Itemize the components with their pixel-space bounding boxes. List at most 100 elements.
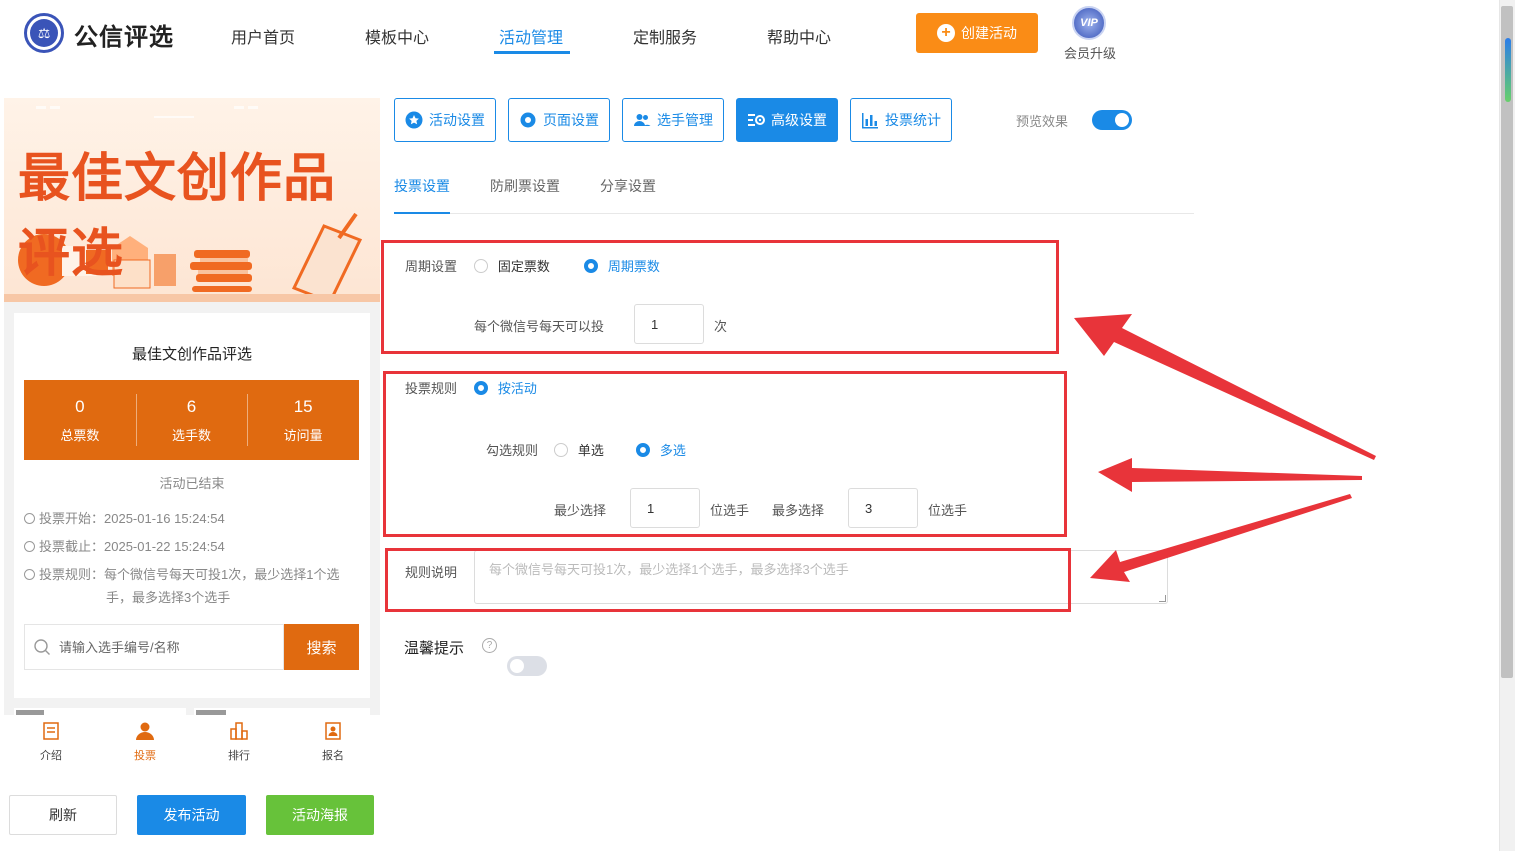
nav-help-center[interactable]: 帮助中心 (767, 24, 831, 48)
contestant-search-input[interactable] (59, 639, 259, 655)
scrollbar-thumb[interactable] (1501, 6, 1513, 678)
min-select-input[interactable]: 1 (630, 488, 700, 528)
radio-label: 单选 (577, 443, 604, 458)
preview-tabbar: 介绍 投票 排行 报名 (4, 715, 380, 775)
nav-activity-management[interactable]: 活动管理 (499, 24, 563, 48)
toolbar-label: 页面设置 (543, 112, 599, 128)
arrow-to-period (1074, 314, 1376, 460)
radio-single-choice[interactable]: 单选 (554, 440, 604, 459)
stat-label: 总票数 (60, 427, 100, 443)
tabbar-label: 介绍 (40, 750, 62, 762)
radio-period-votes[interactable]: 周期票数 (584, 256, 660, 275)
plus-icon: + (937, 24, 955, 42)
vote-statistics-button[interactable]: 投票统计 (850, 98, 952, 142)
ranking-icon (230, 722, 248, 740)
toolbar-label: 活动设置 (429, 112, 485, 128)
clock-icon (24, 513, 35, 524)
activity-info-card: 最佳文创作品评选 0 总票数 6 选手数 15 访问量 活动已结束 投票开始：2… (14, 313, 370, 698)
mobile-preview: 最佳文创作品评选 最佳文创作品评选 0 总票数 6 选手数 15 访问量 活动已… (4, 98, 380, 715)
page-settings-button[interactable]: 页面设置 (508, 98, 610, 142)
check-rule-label: 勾选规则 (486, 443, 539, 458)
info-icon (24, 569, 35, 580)
create-activity-button[interactable]: + 创建活动 (916, 13, 1038, 53)
vote-rule-line: 投票规则：每个微信号每天可投1次，最少选择1个选 (24, 563, 339, 586)
daily-votes-input[interactable]: 1 (634, 304, 704, 344)
search-button[interactable]: 搜索 (284, 624, 359, 670)
user-icon (136, 722, 154, 740)
radio-label: 多选 (659, 443, 686, 458)
contestant-search-box (24, 624, 284, 670)
nav-active-underline (494, 51, 570, 54)
tabbar-signup[interactable]: 报名 (286, 715, 380, 775)
tabbar-label: 排行 (228, 750, 250, 762)
stat-visits: 15 访问量 (247, 380, 359, 460)
tabbar-intro[interactable]: 介绍 (4, 715, 98, 775)
stat-contestants: 6 选手数 (135, 380, 248, 460)
radio-circle (554, 443, 568, 457)
toggle-knob (510, 659, 524, 673)
min-select-label: 最少选择 (554, 503, 607, 518)
activity-status: 活动已结束 (159, 476, 225, 491)
radio-circle (474, 259, 488, 273)
max-select-unit: 位选手 (928, 503, 968, 518)
stat-total-votes: 0 总票数 (24, 380, 136, 460)
radio-by-activity[interactable]: 按活动 (474, 378, 537, 397)
gear-icon (520, 112, 536, 128)
max-select-input[interactable]: 3 (848, 488, 918, 528)
daily-votes-unit: 次 (714, 319, 728, 334)
radio-circle-selected (584, 259, 598, 273)
vote-rule-label: 投票规则 (405, 381, 458, 396)
arrow-to-rules (1098, 458, 1362, 492)
create-activity-label: 创建活动 (961, 25, 1017, 41)
tabbar-vote[interactable]: 投票 (98, 715, 192, 775)
stats-bar: 0 总票数 6 选手数 15 访问量 (24, 380, 359, 460)
vip-icon[interactable]: VIP (1072, 6, 1106, 40)
nav-custom-service[interactable]: 定制服务 (633, 24, 697, 48)
vote-start-text: 投票开始：2025-01-16 15:24:54 (39, 511, 225, 526)
tab-share-settings[interactable]: 分享设置 (600, 176, 656, 196)
activity-title: 最佳文创作品评选 (131, 346, 252, 363)
radio-circle-selected (474, 381, 488, 395)
users-icon (634, 114, 651, 126)
activity-poster-button[interactable]: 活动海报 (266, 795, 374, 835)
stat-label: 访问量 (283, 427, 323, 443)
nav-templates[interactable]: 模板中心 (365, 24, 429, 48)
toolbar-label: 投票统计 (885, 112, 941, 128)
arrow-to-description (1090, 494, 1352, 582)
contestant-management-button[interactable]: 选手管理 (622, 98, 724, 142)
radio-label: 周期票数 (607, 259, 660, 274)
toggle-knob (1115, 113, 1129, 127)
search-icon (34, 639, 50, 655)
activity-banner: 最佳文创作品评选 (4, 98, 380, 302)
vote-end-text: 投票截止：2025-01-22 15:24:54 (39, 539, 225, 554)
radio-multiple-choice[interactable]: 多选 (636, 440, 686, 459)
warm-tip-toggle[interactable] (507, 656, 547, 676)
radio-label: 按活动 (497, 381, 537, 396)
highlight-box-description (385, 548, 1071, 612)
warm-tip-label: 温馨提示 (404, 640, 465, 657)
brand-name: 公信评选 (74, 24, 174, 51)
max-select-label: 最多选择 (772, 503, 825, 518)
bar-chart-icon (862, 113, 878, 129)
vip-upgrade-link[interactable]: 会员升级 (1064, 43, 1116, 62)
clock-icon (24, 541, 35, 552)
period-settings-label: 周期设置 (405, 259, 458, 274)
refresh-button[interactable]: 刷新 (9, 795, 117, 835)
nav-home[interactable]: 用户首页 (231, 24, 295, 48)
radio-label: 固定票数 (497, 259, 550, 274)
settings-sliders-icon (748, 114, 765, 126)
toolbar-label: 选手管理 (657, 112, 713, 128)
activity-settings-button[interactable]: 活动设置 (394, 98, 496, 142)
advanced-settings-button[interactable]: 高级设置 (736, 98, 838, 142)
preview-effect-toggle[interactable] (1092, 110, 1132, 130)
signup-icon (325, 722, 341, 740)
annotation-arrows (1074, 314, 1376, 582)
radio-fixed-votes[interactable]: 固定票数 (474, 256, 550, 275)
vote-end-line: 投票截止：2025-01-22 15:24:54 (24, 535, 225, 558)
tabbar-ranking[interactable]: 排行 (192, 715, 286, 775)
tab-anti-fraud-settings[interactable]: 防刷票设置 (490, 176, 560, 196)
help-icon[interactable]: ? (482, 638, 497, 653)
tab-vote-settings[interactable]: 投票设置 (394, 176, 450, 196)
tabbar-label: 投票 (134, 750, 156, 762)
publish-activity-button[interactable]: 发布活动 (137, 795, 246, 835)
